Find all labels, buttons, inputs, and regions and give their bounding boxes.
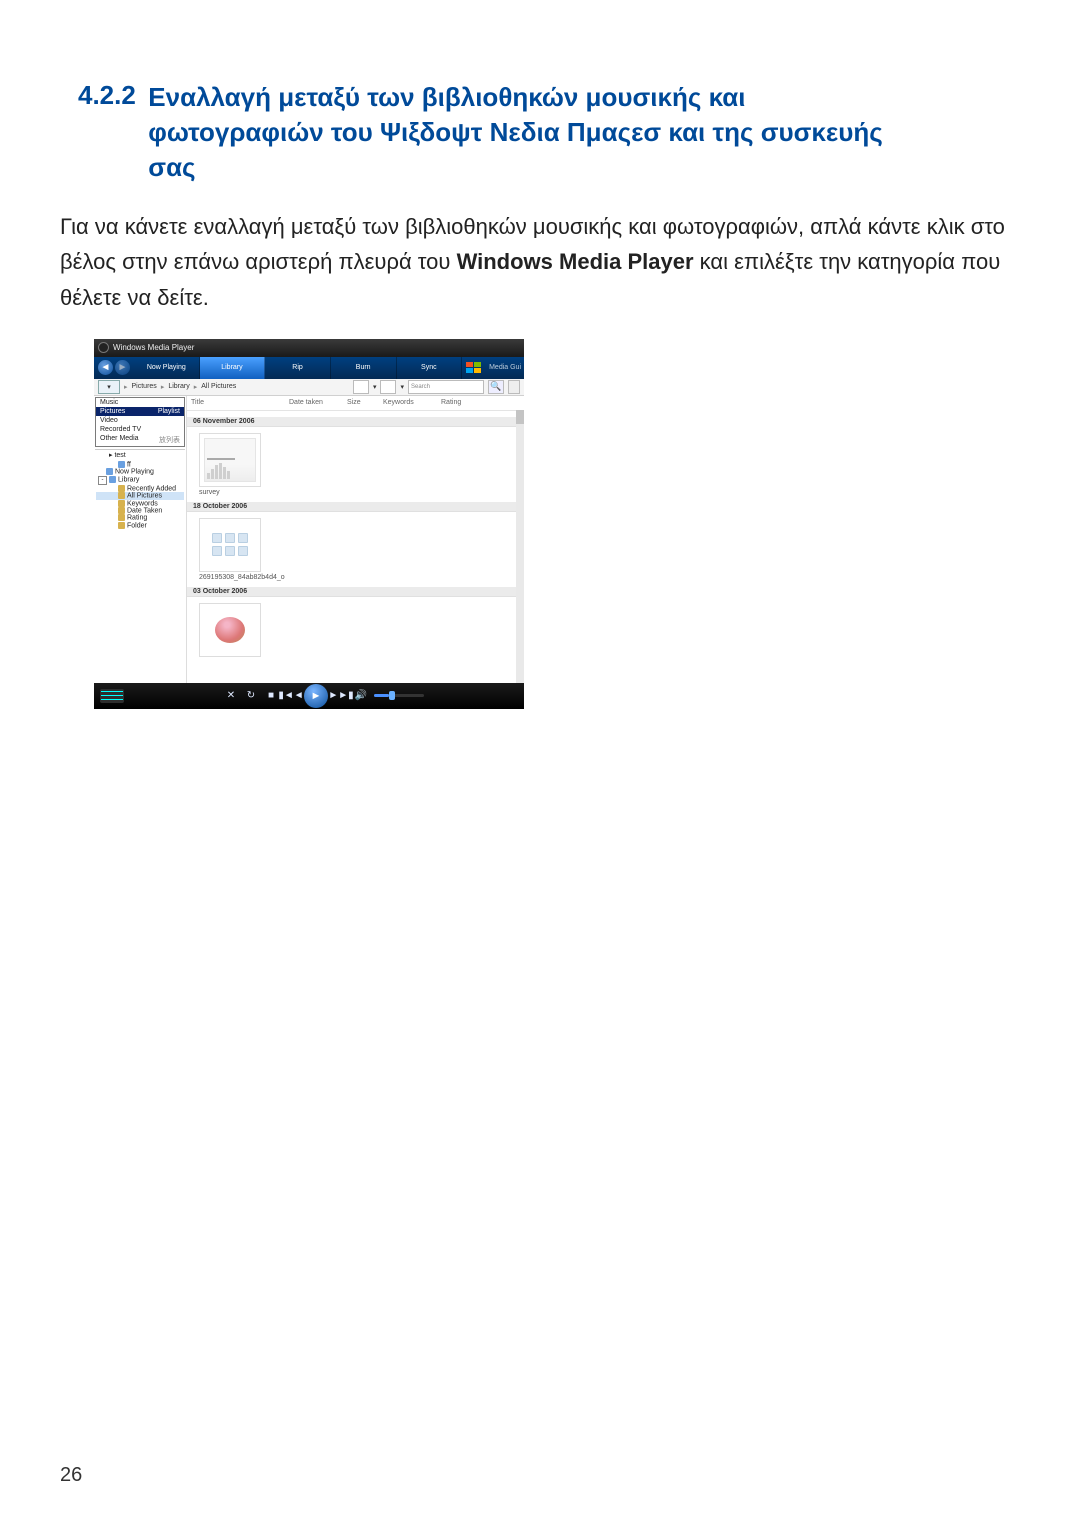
category-dropdown-panel: MusicPicturesPlaylistVideoRecorded TVOth… (95, 397, 185, 447)
column-keywords[interactable]: Keywords (379, 399, 437, 406)
repeat-button[interactable]: ↻ (244, 689, 258, 703)
prev-button[interactable]: ▮◄◄ (284, 689, 298, 703)
stop-button[interactable]: ■ (264, 689, 278, 703)
tree-node-keywords[interactable]: Keywords (96, 500, 184, 507)
tab-now-playing[interactable]: Now Playing (134, 357, 200, 379)
tree-node-recently-added[interactable]: Recently Added (96, 485, 184, 492)
window-title: Windows Media Player (113, 343, 194, 352)
window-titlebar: Windows Media Player (94, 339, 524, 357)
tree-node-all-pictures[interactable]: All Pictures (96, 492, 184, 499)
category-option-music[interactable]: Music (96, 398, 184, 407)
breadcrumb-sep: ▸ (124, 383, 128, 391)
tab-library[interactable]: Library (200, 357, 266, 379)
breadcrumb-3[interactable]: All Pictures (201, 383, 236, 390)
tree-node-now-playing[interactable]: Now Playing (96, 468, 184, 475)
category-option-video[interactable]: Video (96, 416, 184, 425)
category-option-recorded-tv[interactable]: Recorded TV (96, 425, 184, 434)
thumbnail[interactable] (199, 433, 261, 487)
nav-tree: ffNow Playing-LibraryRecently AddedAll P… (94, 460, 186, 530)
search-options-button[interactable] (508, 380, 520, 394)
group-heading: 18 October 2006 (187, 502, 524, 512)
thumbnail-caption: 269195308_84ab82b4d4_o (199, 574, 524, 581)
column-title[interactable]: Title (187, 399, 285, 406)
tab-burn[interactable]: Burn (331, 357, 397, 379)
nav-arrows: ◄ ► (94, 357, 134, 379)
search-input[interactable]: Search (408, 380, 484, 394)
visualizer-icon (100, 689, 124, 703)
media-guide-tab[interactable]: Media Gui (486, 357, 524, 379)
sidebar: MusicPicturesPlaylistVideoRecorded TVOth… (94, 396, 187, 683)
column-rating[interactable]: Rating (437, 399, 485, 406)
tab-sync[interactable]: Sync (397, 357, 463, 379)
breadcrumb-sep: ▸ (194, 383, 198, 391)
category-option-other-media[interactable]: Other Media放列表 (96, 434, 184, 446)
tree-sep: ▸ test (95, 449, 185, 460)
search-go-button[interactable]: 🔍 (488, 380, 504, 394)
nav-forward-button[interactable]: ► (115, 360, 130, 375)
tree-node-library[interactable]: -Library (96, 476, 184, 485)
app-icon (98, 342, 109, 353)
thumbnail-caption: survey (199, 489, 524, 496)
category-option-pictures[interactable]: PicturesPlaylist (96, 407, 184, 416)
volume-slider[interactable] (374, 694, 424, 697)
tree-node-ff[interactable]: ff (96, 461, 184, 468)
view-button[interactable] (353, 380, 369, 394)
play-button[interactable]: ► (304, 684, 328, 708)
section-number: 4.2.2 (78, 80, 136, 111)
layout-button[interactable] (380, 380, 396, 394)
section-title: Εναλλαγή μεταξύ των βιβλιοθηκών μουσικής… (148, 80, 898, 185)
breadcrumb-sep: ▸ (161, 383, 165, 391)
thumbnail[interactable] (199, 603, 261, 657)
thumbnail[interactable] (199, 518, 261, 572)
nav-back-button[interactable]: ◄ (98, 360, 113, 375)
page-number: 26 (60, 1464, 82, 1487)
tab-rip[interactable]: Rip (265, 357, 331, 379)
column-headers: TitleDate takenSizeKeywordsRating (187, 396, 524, 411)
windows-flag-icon (466, 362, 482, 374)
breadcrumb-2[interactable]: Library (168, 383, 189, 390)
group-heading: 03 October 2006 (187, 587, 524, 597)
wmp-screenshot: Windows Media Player ◄ ► Now PlayingLibr… (94, 339, 524, 709)
scrollbar[interactable] (516, 410, 524, 683)
mute-button[interactable]: 🔊 (354, 689, 368, 703)
player-controls: ✕ ↻ ■ ▮◄◄ ► ►►▮ 🔊 (94, 683, 524, 709)
tree-node-date-taken[interactable]: Date Taken (96, 507, 184, 514)
tab-bar: ◄ ► Now PlayingLibraryRipBurnSync Media … (94, 357, 524, 379)
next-button[interactable]: ►►▮ (334, 689, 348, 703)
breadcrumb-bar: ▾ ▸ Pictures ▸ Library ▸ All Pictures ▾ … (94, 379, 524, 396)
tree-node-rating[interactable]: Rating (96, 514, 184, 521)
view-sep: ▾ (373, 383, 377, 391)
body-bold: Windows Media Player (457, 249, 694, 274)
tree-node-folder[interactable]: Folder (96, 522, 184, 529)
tree-stub: ▸ test (95, 451, 185, 460)
group-heading: 06 November 2006 (187, 417, 524, 427)
scrollbar-thumb[interactable] (516, 410, 524, 424)
layout-sep: ▾ (400, 383, 404, 391)
category-dropdown-button[interactable]: ▾ (98, 380, 120, 394)
body-paragraph: Για να κάνετε εναλλαγή μεταξύ των βιβλιο… (60, 209, 1020, 315)
column-size[interactable]: Size (343, 399, 379, 406)
content-pane: TitleDate takenSizeKeywordsRating 06 Nov… (187, 396, 524, 683)
shuffle-button[interactable]: ✕ (224, 689, 238, 703)
column-date-taken[interactable]: Date taken (285, 399, 343, 406)
breadcrumb-1[interactable]: Pictures (132, 383, 157, 390)
